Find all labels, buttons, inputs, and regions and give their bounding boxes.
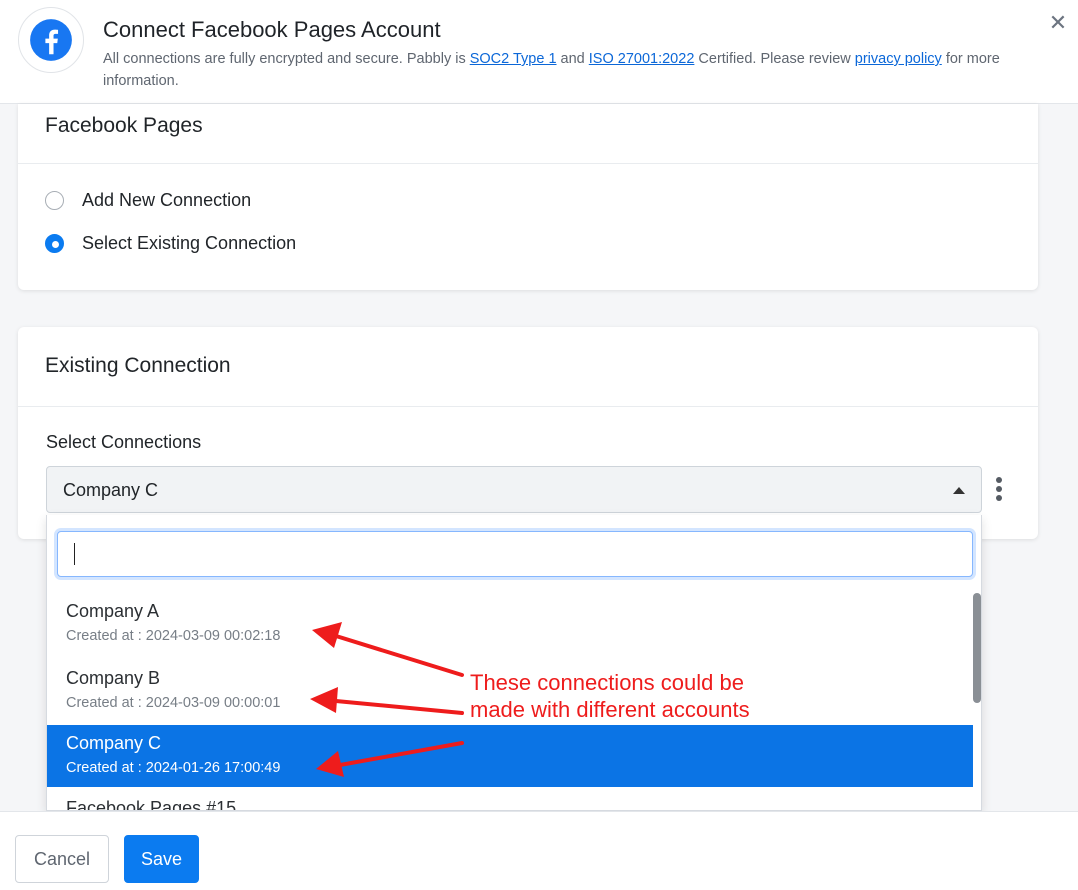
more-options-icon[interactable] (992, 477, 1006, 503)
modal-footer: Cancel Save (0, 811, 1078, 890)
card-title-existing-connection: Existing Connection (45, 354, 231, 377)
select-connections-label: Select Connections (46, 432, 202, 452)
desc-text-1: All connections are fully encrypted and … (103, 51, 470, 67)
modal-header: Connect Facebook Pages Account All conne… (0, 0, 1078, 104)
existing-connection-card: Existing Connection Select Connections C… (18, 327, 1038, 539)
security-description: All connections are fully encrypted and … (103, 48, 1033, 92)
scrollbar-thumb[interactable] (973, 593, 981, 703)
option-name: Company A (66, 601, 160, 621)
option-name: Company B (66, 668, 161, 688)
card-title-facebook-pages: Facebook Pages (45, 114, 203, 137)
option-name: Company C (66, 733, 162, 753)
option-created-at: Created at : 2024-03-09 00:02:18 (66, 628, 281, 644)
select-value: Company C (63, 480, 159, 500)
annotation-line-2: made with different accounts (470, 697, 750, 722)
cancel-button[interactable]: Cancel (15, 835, 109, 883)
privacy-policy-link[interactable]: privacy policy (855, 51, 942, 67)
radio-label: Select Existing Connection (82, 232, 297, 253)
radio-label: Add New Connection (82, 189, 252, 210)
facebook-logo (18, 7, 84, 73)
iso-link[interactable]: ISO 27001:2022 (589, 51, 695, 67)
desc-text-and: and (556, 51, 589, 67)
radio-select-existing-connection[interactable]: Select Existing Connection (45, 231, 296, 255)
option-created-at: Created at : 2024-01-26 17:00:49 (66, 760, 281, 776)
caret-up-icon (953, 487, 965, 494)
radio-button-unchecked[interactable] (45, 190, 64, 210)
connection-select[interactable]: Company C (46, 466, 982, 513)
card-divider (18, 406, 1038, 407)
facebook-icon (30, 19, 72, 61)
facebook-pages-card: Facebook Pages Add New Connection Select… (18, 104, 1038, 290)
dropdown-option-company-c[interactable]: Company C Created at : 2024-01-26 17:00:… (47, 725, 973, 787)
card-divider (18, 163, 1038, 164)
save-button[interactable]: Save (124, 835, 199, 883)
option-name: Facebook Pages #15 (66, 798, 237, 811)
radio-add-new-connection[interactable]: Add New Connection (45, 188, 251, 212)
dropdown-option-company-a[interactable]: Company A Created at : 2024-03-09 00:02:… (47, 593, 973, 655)
dropdown-scrollbar[interactable] (973, 593, 981, 810)
dropdown-option-facebook-pages-15[interactable]: Facebook Pages #15 (47, 790, 973, 811)
connection-dropdown: Company A Created at : 2024-03-09 00:02:… (46, 515, 982, 811)
soc2-link[interactable]: SOC2 Type 1 (470, 51, 557, 67)
text-cursor (74, 543, 75, 565)
annotation-line-1: These connections could be (470, 670, 744, 695)
annotation-callout: These connections could be made with dif… (470, 669, 810, 723)
modal-title: Connect Facebook Pages Account (103, 17, 441, 42)
dropdown-search-input[interactable] (57, 531, 973, 577)
close-icon[interactable]: ✕ (1047, 12, 1069, 34)
radio-button-checked[interactable] (45, 233, 64, 253)
desc-text-2: Certified. Please review (694, 51, 855, 67)
option-created-at: Created at : 2024-03-09 00:00:01 (66, 695, 281, 711)
